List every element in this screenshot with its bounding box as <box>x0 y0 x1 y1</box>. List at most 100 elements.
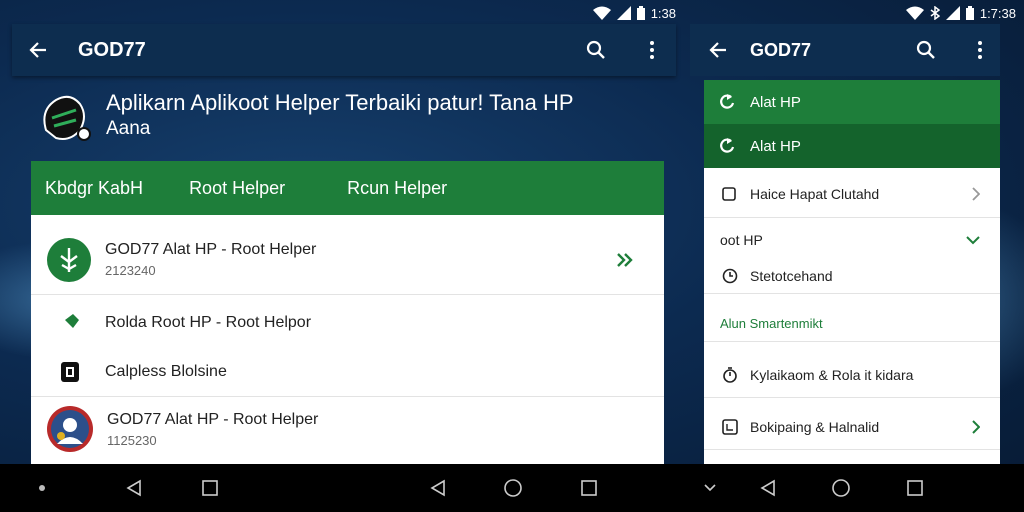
status-bar: 1:38 <box>592 4 676 22</box>
row-title: Rolda Root HP - Root Helpor <box>105 314 312 331</box>
section-header: Alun Smartenmikt <box>704 306 1000 342</box>
hero-text: Aplikarn Aplikoot Helper Terbaiki patur!… <box>106 90 574 150</box>
nav-dot-button[interactable] <box>30 476 54 500</box>
battery-icon <box>965 6 974 20</box>
square-icon <box>202 480 218 496</box>
list-item[interactable]: GOD77 Alat HP - Root Helper 1125230 <box>31 397 664 461</box>
menu-item-label: oot HP <box>720 232 763 248</box>
more-options-button[interactable] <box>962 32 998 68</box>
row-subtitle: 2123240 <box>105 263 156 278</box>
nav-recents-button[interactable] <box>198 476 222 500</box>
list-item[interactable]: GOD77 Alat HP - Root Helper 2123240 <box>31 225 664 295</box>
menu-panel: Alat HP Alat HP Haice Hapat Clutahd oot … <box>704 80 1000 464</box>
system-nav-bar <box>0 464 1024 512</box>
bluetooth-icon <box>930 6 940 20</box>
tab-3[interactable]: Rcun Helper <box>347 178 447 199</box>
app-logo-icon <box>43 95 91 141</box>
nav-recents-button[interactable] <box>903 476 927 500</box>
box-icon <box>722 418 738 435</box>
more-options-button[interactable] <box>634 32 670 68</box>
back-triangle-icon <box>430 479 445 497</box>
status-time: 1:7:38 <box>979 5 1016 21</box>
nav-home-button[interactable] <box>829 476 853 500</box>
avatar-icon <box>47 406 93 452</box>
section-label: Alun Smartenmikt <box>720 316 823 331</box>
refresh-icon <box>720 94 735 109</box>
double-chevron-icon[interactable] <box>616 252 634 267</box>
search-button[interactable] <box>578 32 614 68</box>
menu-item[interactable]: Haice Hapat Clutahd <box>704 170 1000 218</box>
tab-1[interactable]: Kbdgr KabH <box>45 178 143 199</box>
app-bar: GOD77 <box>690 24 1000 76</box>
menu-item[interactable]: Bokipaing & Halnalid <box>704 404 1000 450</box>
menu-item[interactable]: oot HP <box>704 222 1000 258</box>
right-phone: 1:7:38 GOD77 Alat HP Alat HP Haice Hapat… <box>686 0 1024 464</box>
menu-item-label: Stetotcehand <box>750 267 833 284</box>
square-icon <box>907 480 923 496</box>
pin-icon <box>63 314 79 330</box>
chevron-right-icon <box>972 186 980 201</box>
hero-header: Aplikarn Aplikoot Helper Terbaiki patur!… <box>36 90 656 150</box>
left-phone: 1:38 GOD77 Aplikarn Aplikoot Helper Terb… <box>0 0 684 464</box>
nav-home-button[interactable] <box>501 476 525 500</box>
search-button[interactable] <box>908 32 944 68</box>
circle-icon <box>832 479 850 497</box>
dot-icon <box>39 485 45 491</box>
row-title: GOD77 Alat HP - Root Helper <box>105 241 317 258</box>
list-item[interactable]: Rolda Root HP - Root Helpor <box>31 299 664 347</box>
menu-item-label: Haice Hapat Clutahd <box>750 185 880 202</box>
menu-item[interactable]: Kylaikaom & Rola it kidara <box>704 352 1000 398</box>
clock-icon <box>722 268 738 283</box>
row-subtitle: 1125230 <box>107 432 157 448</box>
square-icon <box>581 480 597 496</box>
nav-recents-button[interactable] <box>577 476 601 500</box>
search-icon <box>916 40 935 59</box>
status-bar: 1:7:38 <box>905 4 1016 22</box>
chevron-down-icon <box>966 236 980 245</box>
search-icon <box>586 40 605 59</box>
row-title: GOD77 Alat HP - Root Helper <box>107 410 319 428</box>
row-title: Calpless Blolsine <box>105 362 227 380</box>
leaf-badge-icon <box>47 237 91 282</box>
back-button[interactable] <box>700 32 736 68</box>
tab-2[interactable]: Root Helper <box>189 178 285 199</box>
menu-item-alat-hp-active[interactable]: Alat HP <box>704 124 1000 168</box>
menu-item-label: Alat HP <box>750 137 801 155</box>
menu-item-label: Bokipaing & Halnalid <box>750 418 880 435</box>
square-badge-icon <box>61 361 79 382</box>
circle-icon <box>504 479 522 497</box>
nav-back-button[interactable] <box>122 476 146 500</box>
nav-collapse-button[interactable] <box>698 476 722 500</box>
menu-item[interactable]: Stetotcehand <box>704 258 1000 294</box>
signal-icon <box>945 6 960 20</box>
refresh-icon <box>720 138 735 153</box>
wifi-icon <box>592 6 611 20</box>
back-triangle-icon <box>760 479 775 497</box>
app-bar: GOD77 <box>12 24 676 76</box>
timer-icon <box>723 366 737 383</box>
arrow-left-icon <box>709 42 726 58</box>
hero-subtitle: Aana <box>106 118 151 139</box>
checkbox-icon <box>722 186 736 201</box>
battery-icon <box>636 6 645 20</box>
list-item[interactable]: Calpless Blolsine <box>31 347 664 397</box>
menu-item-label: Alat HP <box>750 93 801 111</box>
back-triangle-icon <box>126 479 141 497</box>
signal-icon <box>616 6 631 20</box>
arrow-left-icon <box>29 42 46 58</box>
status-time: 1:38 <box>650 5 676 21</box>
tab-bar: Kbdgr KabH Root Helper Rcun Helper <box>31 161 664 215</box>
menu-item-alat-hp[interactable]: Alat HP <box>704 80 1000 124</box>
app-title: GOD77 <box>78 38 146 61</box>
app-title: GOD77 <box>750 39 812 60</box>
back-button[interactable] <box>20 32 56 68</box>
wifi-icon <box>905 6 924 20</box>
content-card: Kbdgr KabH Root Helper Rcun Helper GOD77… <box>31 161 664 464</box>
more-vert-icon <box>650 41 654 59</box>
menu-item-label: Kylaikaom & Rola it kidara <box>750 366 914 383</box>
screen: 1:38 GOD77 Aplikarn Aplikoot Helper Terb… <box>0 0 1024 512</box>
nav-back-button[interactable] <box>756 476 780 500</box>
chevron-down-icon <box>704 484 716 492</box>
hero-title: Aplikarn Aplikoot Helper Terbaiki patur!… <box>106 90 574 115</box>
nav-back-button[interactable] <box>426 476 450 500</box>
